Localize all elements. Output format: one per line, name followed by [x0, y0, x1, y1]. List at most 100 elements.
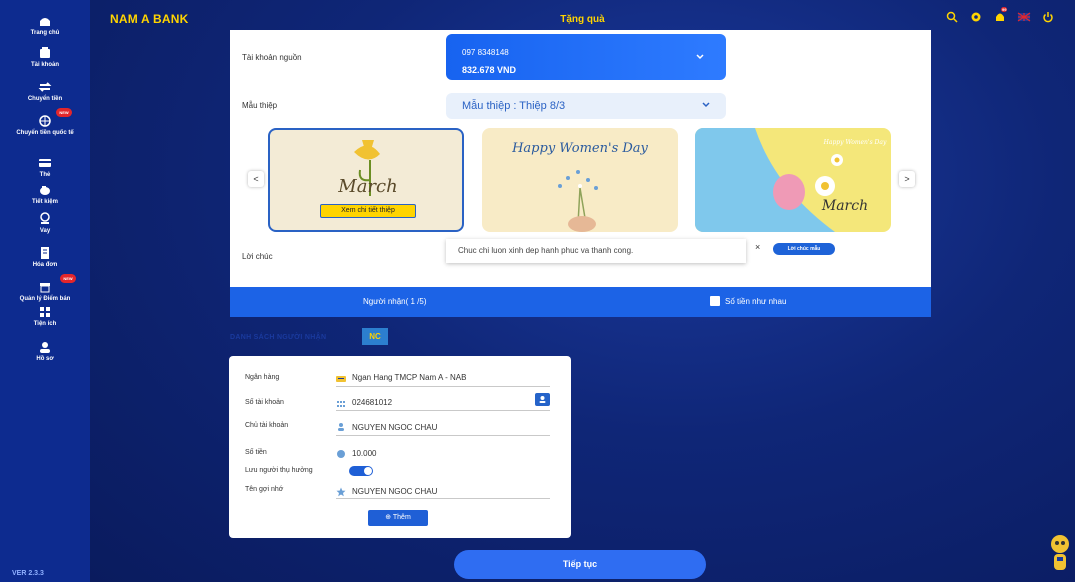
flag-icon[interactable]	[1017, 10, 1031, 24]
recipient-tab-nc[interactable]: NC	[362, 328, 388, 345]
sidebar-item-card[interactable]: Thẻ	[0, 156, 90, 179]
portrait-card-image: Happy Women's Day March	[695, 128, 887, 232]
recipients-bar: Người nhận( 1 /5) Số tiền như nhau	[230, 287, 931, 317]
version-label: VER 2.3.3	[12, 570, 44, 577]
sidebar-item-savings[interactable]: Tiết kiệm	[0, 183, 90, 206]
profile-icon	[40, 342, 50, 353]
divider	[336, 386, 550, 387]
template-label: Mẫu thiệp	[242, 101, 278, 110]
wallet-icon	[40, 47, 50, 58]
sample-wish-button[interactable]: Lời chúc mẫu	[773, 243, 835, 255]
card-detail-button[interactable]: Xem chi tiết thiệp	[320, 204, 416, 218]
store-icon	[40, 283, 50, 293]
sidebar-item-account[interactable]: Tài khoản	[0, 46, 90, 69]
chevron-down-icon	[696, 54, 704, 60]
sidebar: Trang chủ Tài khoản Chuyển tiền NEW Chuy…	[0, 0, 90, 582]
grid-icon	[40, 307, 50, 317]
card-text: Happy Women's Day	[511, 141, 648, 156]
divider	[336, 410, 550, 411]
sidebar-item-label: Tiết kiệm	[32, 199, 58, 205]
account-label: Số tài khoản	[245, 399, 284, 406]
sidebar-item-bill[interactable]: Hóa đơn	[0, 246, 90, 269]
home-icon	[40, 18, 50, 26]
sidebar-item-transfer[interactable]: Chuyển tiền	[0, 80, 90, 103]
template-select[interactable]: Mẫu thiệp : Thiệp 8/3	[446, 93, 726, 119]
amount-input[interactable]: 10.000	[352, 449, 376, 458]
globe-icon	[39, 115, 51, 127]
user-icon	[338, 423, 344, 431]
nickname-input[interactable]: NGUYEN NGOC CHAU	[352, 487, 437, 496]
top-bar: NAM A BANK Tặng quà 99	[90, 0, 1075, 34]
transfer-icon	[38, 82, 52, 92]
sidebar-item-label: Tài khoản	[30, 62, 59, 68]
same-amount-label: Số tiền như nhau	[725, 297, 787, 306]
continue-button[interactable]: Tiếp tục	[454, 550, 706, 579]
divider	[336, 435, 550, 436]
card-thumbnail-2[interactable]: Happy Women's Day	[482, 128, 678, 232]
loan-icon	[40, 212, 50, 224]
card-text: March	[337, 176, 397, 197]
settings-icon[interactable]	[969, 10, 983, 24]
account-balance: 832.678 VND	[462, 65, 517, 75]
account-number-icon	[337, 401, 345, 407]
sidebar-item-international[interactable]: Chuyển tiền quốc tế	[0, 114, 90, 137]
sidebar-item-loan[interactable]: Vay	[0, 212, 90, 235]
sidebar-item-pos[interactable]: Quản lý Điểm bán	[0, 280, 90, 303]
sidebar-item-label: Thẻ	[39, 172, 51, 178]
holder-label: Chủ tài khoản	[245, 422, 289, 429]
divider	[336, 498, 550, 499]
page-title: Tặng quà	[560, 14, 605, 25]
sidebar-item-label: Vay	[39, 228, 51, 234]
bank-label: Ngân hàng	[245, 374, 280, 381]
gift-form-card: Tài khoản nguồn 097 8348148 832.678 VND …	[230, 30, 931, 287]
sidebar-item-utilities[interactable]: Tiện ích	[0, 305, 90, 328]
card-thumbnail-1[interactable]: March Xem chi tiết thiệp	[268, 128, 464, 232]
clear-wish-button[interactable]: ×	[755, 242, 760, 252]
source-account-label: Tài khoản nguồn	[242, 53, 302, 62]
add-recipient-button[interactable]: ⊕ Thêm	[368, 510, 428, 526]
card-icon	[39, 159, 51, 167]
sidebar-item-profile[interactable]: Hồ sơ	[0, 340, 90, 363]
next-card-button[interactable]: >	[899, 171, 915, 187]
chevron-down-icon	[702, 102, 710, 108]
nickname-label: Tên gợi nhớ	[245, 486, 284, 493]
notification-icon[interactable]: 99	[993, 7, 1008, 24]
template-value: Mẫu thiệp : Thiệp 8/3	[462, 100, 566, 112]
recipient-list-label: DANH SÁCH NGƯỜI NHẬN	[230, 334, 327, 341]
holder-name: NGUYEN NGOC CHAU	[352, 423, 438, 432]
wish-input[interactable]: Chuc chi luon xinh dep hanh phuc va than…	[446, 239, 746, 263]
mascot-assistant-icon[interactable]	[1049, 532, 1071, 576]
bill-icon	[41, 247, 49, 259]
search-icon[interactable]	[945, 10, 959, 24]
sidebar-item-label: Quản lý Điểm bán	[19, 296, 71, 302]
sidebar-item-label: Chuyển tiền	[27, 96, 63, 102]
main-area: NAM A BANK Tặng quà 99 Tài khoản nguồn 0…	[90, 0, 1075, 582]
coin-icon	[337, 450, 345, 458]
card-text: March	[821, 198, 868, 214]
card-thumbnail-3[interactable]: Happy Women's Day March	[695, 128, 891, 232]
bank-logo-icon	[336, 376, 346, 382]
contact-book-button[interactable]	[535, 393, 550, 406]
prev-card-button[interactable]: <	[248, 171, 264, 187]
sidebar-item-label: Hồ sơ	[36, 356, 54, 362]
sidebar-item-home[interactable]: Trang chủ	[0, 14, 90, 37]
wish-label: Lời chúc	[242, 252, 273, 261]
sidebar-item-label: Hóa đơn	[32, 262, 58, 268]
save-beneficiary-toggle[interactable]	[349, 466, 373, 476]
source-account-selector[interactable]: 097 8348148 832.678 VND	[446, 34, 726, 80]
contact-icon	[539, 396, 546, 403]
same-amount-checkbox[interactable]	[710, 296, 720, 306]
recipients-count: Người nhận( 1 /5)	[363, 297, 427, 306]
save-beneficiary-label: Lưu người thụ hưởng	[245, 467, 313, 474]
bank-select[interactable]: Ngan Hang TMCP Nam A - NAB	[352, 373, 466, 382]
amount-label: Số tiền	[245, 449, 267, 456]
account-number: 097 8348148	[462, 48, 509, 57]
top-icons: 99	[945, 7, 1055, 25]
sidebar-item-label: Tiện ích	[33, 321, 57, 327]
sidebar-item-label: Chuyển tiền quốc tế	[16, 130, 74, 136]
sidebar-item-label: Trang chủ	[30, 30, 60, 36]
power-icon[interactable]	[1041, 10, 1055, 24]
account-number-input[interactable]: 024681012	[352, 398, 392, 407]
bouquet-card-image: Happy Women's Day	[511, 141, 649, 232]
recipient-card: Ngân hàng Ngan Hang TMCP Nam A - NAB Số …	[229, 356, 571, 538]
